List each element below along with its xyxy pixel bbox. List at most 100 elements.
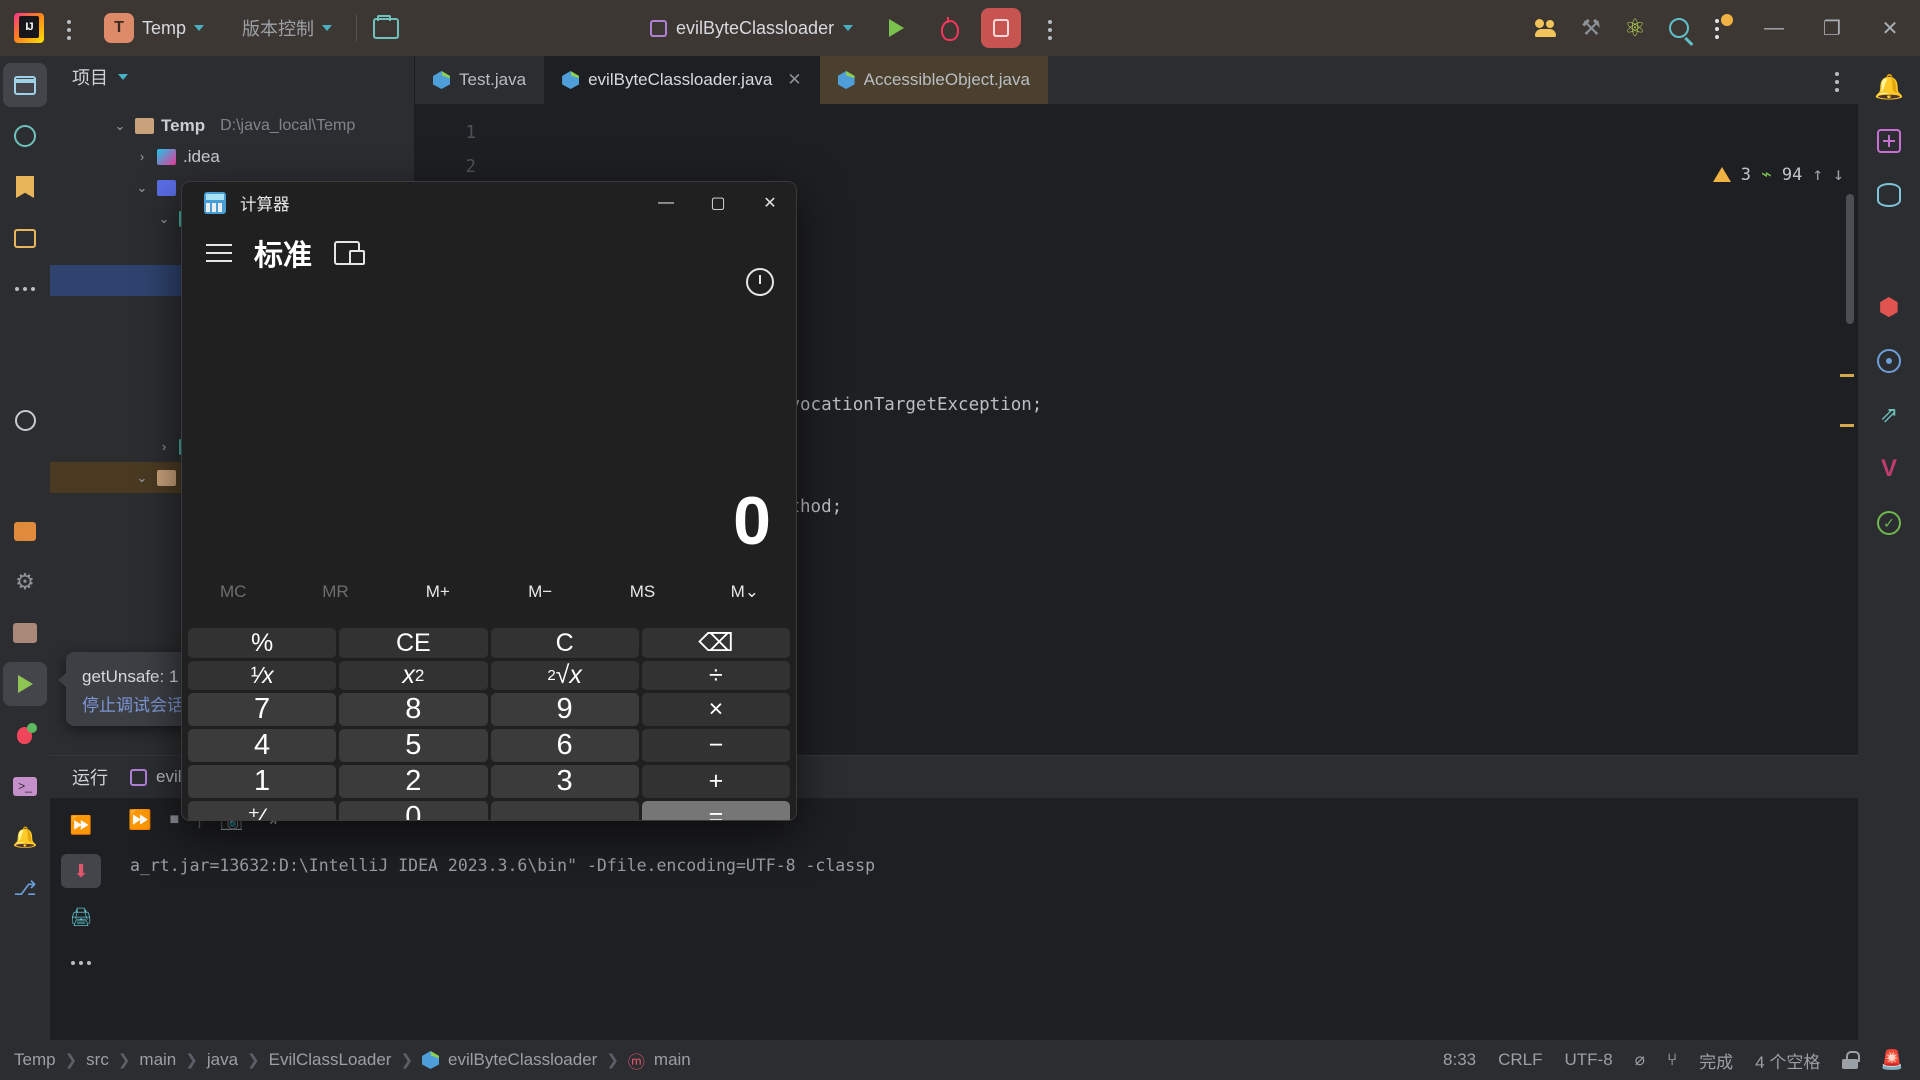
seven-key[interactable]: 7 bbox=[188, 693, 336, 726]
run-button[interactable] bbox=[877, 9, 915, 47]
collapse-arrow-icon[interactable]: ⌄ bbox=[134, 180, 150, 196]
breadcrumb-item[interactable]: Temp bbox=[14, 1050, 56, 1070]
editor-tab-options[interactable] bbox=[1822, 56, 1850, 104]
sidebar-item-code-with-me[interactable]: ⇗ bbox=[1866, 392, 1912, 438]
subtract-key[interactable]: − bbox=[642, 729, 790, 762]
square-key[interactable]: x2 bbox=[339, 661, 487, 690]
breadcrumb-item[interactable]: java bbox=[207, 1050, 238, 1070]
debug-button[interactable] bbox=[929, 9, 967, 47]
breadcrumb-item[interactable]: main bbox=[654, 1050, 691, 1070]
sidebar-item-bookmarks-right[interactable] bbox=[1866, 338, 1912, 384]
breadcrumb-item[interactable]: src bbox=[86, 1050, 109, 1070]
resume-icon[interactable]: ⏩ bbox=[128, 808, 152, 832]
more-dots-icon[interactable] bbox=[1822, 62, 1850, 98]
memory-add-button[interactable]: M+ bbox=[387, 582, 489, 620]
breadcrumb-item[interactable]: evilByteClassloader bbox=[448, 1050, 597, 1070]
breadcrumb-item[interactable]: EvilClassLoader bbox=[269, 1050, 392, 1070]
print-button[interactable]: 🖨 bbox=[61, 900, 101, 934]
negate-key[interactable]: ⁺⁄₋ bbox=[188, 801, 336, 821]
memory-recall-button[interactable]: MR bbox=[284, 582, 386, 620]
sidebar-item-build[interactable] bbox=[3, 611, 47, 655]
branch-icon[interactable]: ⑂ bbox=[1667, 1050, 1677, 1070]
folder-icon[interactable] bbox=[373, 18, 399, 39]
ai-assistant-button[interactable]: ⚛ bbox=[1616, 9, 1654, 47]
clear-entry-key[interactable]: CE bbox=[339, 628, 487, 658]
collaborate-button[interactable] bbox=[1528, 9, 1566, 47]
file-encoding[interactable]: UTF-8 bbox=[1565, 1050, 1613, 1070]
tab-accessibleobject-java[interactable]: AccessibleObject.java bbox=[820, 56, 1048, 104]
close-window-button[interactable]: ✕ bbox=[1864, 0, 1916, 56]
sidebar-item-bookmarks[interactable] bbox=[3, 165, 47, 209]
collapse-arrow-icon[interactable]: ⌄ bbox=[156, 211, 172, 227]
four-key[interactable]: 4 bbox=[188, 729, 336, 762]
sidebar-item-more[interactable] bbox=[3, 267, 47, 311]
more-run-actions-icon[interactable] bbox=[1035, 10, 1063, 46]
run-console-output[interactable]: a_rt.jar=13632:D:\IntelliJ IDEA 2023.3.6… bbox=[112, 842, 1858, 1040]
calculator-maximize-button[interactable]: ▢ bbox=[692, 182, 744, 224]
close-tab-icon[interactable]: ✕ bbox=[787, 70, 801, 90]
stop-button[interactable] bbox=[981, 8, 1021, 48]
divide-key[interactable]: ÷ bbox=[642, 661, 790, 690]
eight-key[interactable]: 8 bbox=[339, 693, 487, 726]
tab-test-java[interactable]: Test.java bbox=[415, 56, 544, 104]
sidebar-item-problems[interactable]: 🔔 bbox=[3, 815, 47, 859]
sidebar-item-maven[interactable]: ⬢ bbox=[1866, 284, 1912, 330]
editor-scrollbar[interactable] bbox=[1846, 194, 1854, 324]
rerun-button[interactable]: ⏩ bbox=[61, 808, 101, 842]
percent-key[interactable]: % bbox=[188, 628, 336, 658]
memory-store-button[interactable]: MS bbox=[591, 582, 693, 620]
sidebar-item-run[interactable] bbox=[3, 662, 47, 706]
project-panel-header[interactable]: 项目 bbox=[50, 56, 414, 98]
calculator-close-button[interactable]: ✕ bbox=[744, 182, 796, 224]
inspections-off-icon[interactable]: ⌀ bbox=[1635, 1050, 1645, 1070]
hamburger-menu-icon[interactable] bbox=[206, 244, 232, 262]
three-key[interactable]: 3 bbox=[491, 765, 639, 798]
two-key[interactable]: 2 bbox=[339, 765, 487, 798]
run-more-button[interactable] bbox=[61, 946, 101, 980]
collapse-arrow-icon[interactable]: ⌄ bbox=[112, 118, 128, 134]
notifications-button[interactable] bbox=[1704, 9, 1742, 47]
sidebar-item-profiler[interactable] bbox=[3, 398, 47, 442]
inspection-widget[interactable]: 3 ⌁ 94 ↑ ↓ bbox=[1713, 164, 1844, 185]
line-separator[interactable]: CRLF bbox=[1498, 1050, 1542, 1070]
nine-key[interactable]: 9 bbox=[491, 693, 639, 726]
reciprocal-key[interactable]: ¹⁄x bbox=[188, 661, 336, 690]
sidebar-item-git[interactable]: ⎇ bbox=[3, 866, 47, 910]
collapse-arrow-icon[interactable]: ⌄ bbox=[134, 470, 150, 486]
caret-position[interactable]: 8:33 bbox=[1443, 1050, 1476, 1070]
tree-node-temp[interactable]: ⌄ Temp D:\java_local\Temp bbox=[50, 110, 414, 141]
six-key[interactable]: 6 bbox=[491, 729, 639, 762]
next-problem-icon[interactable]: ↓ bbox=[1833, 164, 1844, 185]
backspace-key[interactable]: ⌫ bbox=[642, 628, 790, 658]
equals-key[interactable]: = bbox=[642, 801, 790, 821]
indent-setting[interactable]: 4 个空格 bbox=[1755, 1048, 1820, 1073]
memory-subtract-button[interactable]: M− bbox=[489, 582, 591, 620]
tab-evilbyteclassloader-java[interactable]: evilByteClassloader.java ✕ bbox=[544, 56, 820, 104]
tree-node-idea[interactable]: › .idea bbox=[50, 141, 414, 172]
breadcrumb-item[interactable]: main bbox=[139, 1050, 176, 1070]
alarm-icon[interactable]: 🚨 bbox=[1880, 1048, 1904, 1072]
search-button[interactable] bbox=[1660, 9, 1698, 47]
project-selector[interactable]: T Temp bbox=[96, 9, 212, 47]
five-key[interactable]: 5 bbox=[339, 729, 487, 762]
expand-arrow-icon[interactable]: › bbox=[134, 149, 150, 164]
main-menu-dots-icon[interactable] bbox=[54, 10, 82, 46]
one-key[interactable]: 1 bbox=[188, 765, 336, 798]
memory-clear-button[interactable]: MC bbox=[182, 582, 284, 620]
sidebar-item-database-right[interactable] bbox=[1866, 172, 1912, 218]
square-root-key[interactable]: 2√x bbox=[491, 661, 639, 690]
multiply-key[interactable]: × bbox=[642, 693, 790, 726]
previous-problem-icon[interactable]: ↑ bbox=[1812, 164, 1823, 185]
scroll-to-end-button[interactable]: ⬇ bbox=[61, 854, 101, 888]
sidebar-item-terminal[interactable]: >_ bbox=[3, 764, 47, 808]
clear-key[interactable]: C bbox=[491, 628, 639, 658]
keep-on-top-icon[interactable] bbox=[334, 241, 360, 265]
decimal-key[interactable]: . bbox=[491, 801, 639, 821]
calculator-title-bar[interactable]: 计算器 — ▢ ✕ bbox=[182, 182, 796, 224]
add-key[interactable]: + bbox=[642, 765, 790, 798]
vcs-menu[interactable]: 版本控制 bbox=[234, 11, 340, 45]
sidebar-item-vue[interactable]: V bbox=[1866, 446, 1912, 492]
settings-tools-button[interactable]: ⚒ bbox=[1572, 9, 1610, 47]
history-icon[interactable] bbox=[746, 268, 774, 296]
expand-arrow-icon[interactable]: › bbox=[156, 439, 172, 454]
